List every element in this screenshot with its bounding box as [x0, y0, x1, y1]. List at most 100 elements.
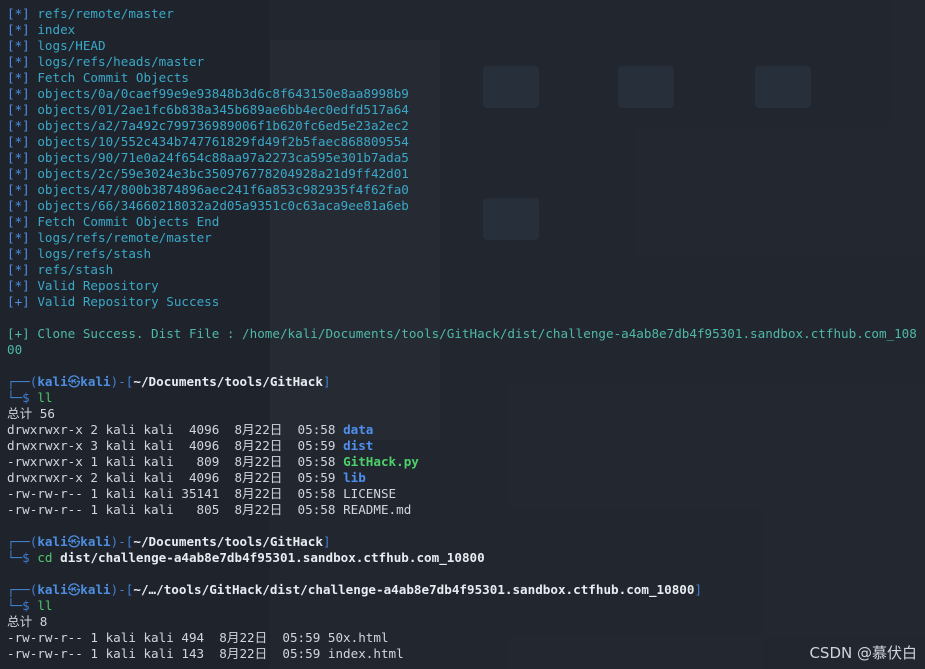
file-meta: -rw-rw-r-- 1 kali kali 35141 8月22日 05:58 — [7, 486, 344, 501]
log-tag: [*] — [7, 86, 30, 101]
listing-row: -rw-rw-r-- 1 kali kali 143 8月22日 05:59 i… — [7, 646, 925, 662]
log-message: logs/HEAD — [37, 38, 106, 53]
listing-total: 总计 56 — [7, 406, 55, 421]
file-name: GitHack.py — [343, 454, 419, 469]
prompt-corner-top: ┌──( — [7, 582, 38, 597]
log-message: index — [37, 22, 76, 37]
log-message: Fetch Commit Objects — [37, 70, 189, 85]
file-name: LICENSE — [343, 486, 397, 501]
prompt-user: kali — [37, 374, 68, 389]
command-name: ll — [37, 598, 53, 613]
log-line: [*] logs/refs/remote/master — [7, 230, 925, 246]
clone-success-line: [+] Clone Success. Dist File : /home/kal… — [7, 326, 917, 357]
log-tag: [*] — [7, 278, 30, 293]
prompt-corner-bottom: └─$ — [7, 390, 38, 405]
log-line: [*] objects/66/34660218032a2d05a9351c0c6… — [7, 198, 925, 214]
file-name: README.md — [343, 502, 412, 517]
file-meta: -rwxrwxr-x 1 kali kali 809 8月22日 05:58 — [7, 454, 344, 469]
log-message: logs/refs/remote/master — [37, 230, 212, 245]
log-line: [*] logs/HEAD — [7, 38, 925, 54]
log-tag: [*] — [7, 22, 30, 37]
log-line: [*] objects/90/71e0a24f654c88aa97a2273ca… — [7, 150, 925, 166]
prompt-dir-open: )-[ — [110, 582, 134, 597]
file-meta: drwxrwxr-x 2 kali kali 4096 8月22日 05:59 — [7, 470, 344, 485]
listing-row: -rwxrwxr-x 1 kali kali 809 8月22日 05:58 G… — [7, 454, 925, 470]
prompt-at-symbol: ㉿ — [67, 582, 81, 597]
log-line: [*] Valid Repository — [7, 278, 925, 294]
log-message: objects/90/71e0a24f654c88aa97a2273ca595e… — [37, 150, 409, 165]
log-message: Fetch Commit Objects End — [37, 214, 220, 229]
prompt-host: kali — [80, 374, 111, 389]
log-tag: [*] — [7, 166, 30, 181]
prompt-corner-bottom: └─$ — [7, 598, 38, 613]
prompt-line: ┌──(kali㉿kali)-[~/…/tools/GitHack/dist/c… — [7, 582, 925, 598]
log-message: Valid Repository — [37, 278, 159, 293]
log-tag: [*] — [7, 118, 30, 133]
log-tag: [*] — [7, 38, 30, 53]
log-line: [*] objects/01/2ae1fc6b838a345b689ae6bb4… — [7, 102, 925, 118]
log-line: [*] logs/refs/stash — [7, 246, 925, 262]
log-message: refs/remote/master — [37, 6, 174, 21]
listing-total: 总计 8 — [7, 614, 48, 629]
file-name: dist — [343, 438, 374, 453]
shell-sessions: ┌──(kali㉿kali)-[~/Documents/tools/GitHac… — [7, 358, 925, 662]
log-line: [*] index — [7, 22, 925, 38]
log-line: [*] objects/a2/7a492c799736989006f1b620f… — [7, 118, 925, 134]
prompt-dir-close: ] — [322, 374, 331, 389]
file-name: data — [343, 422, 374, 437]
log-line: [*] refs/remote/master — [7, 6, 925, 22]
listing-row: -rw-rw-r-- 1 kali kali 494 8月22日 05:59 5… — [7, 630, 925, 646]
listing-row: drwxrwxr-x 2 kali kali 4096 8月22日 05:59 … — [7, 470, 925, 486]
log-line: [*] objects/2c/59e3024e3bc35097677820492… — [7, 166, 925, 182]
command-name: cd — [37, 550, 53, 565]
file-meta: -rw-rw-r-- 1 kali kali 143 8月22日 05:59 — [7, 646, 328, 661]
githack-log: [*] refs/remote/master [*] index [*] logs/… — [7, 6, 925, 310]
log-tag: [*] — [7, 230, 30, 245]
terminal-output: [*] refs/remote/master [*] index [*] logs/… — [7, 6, 925, 669]
log-line: [*] Fetch Commit Objects End — [7, 214, 925, 230]
log-tag: [*] — [7, 182, 30, 197]
listing-row: -rw-rw-r-- 1 kali kali 805 8月22日 05:58 R… — [7, 502, 925, 518]
log-message: Valid Repository Success — [37, 294, 220, 309]
log-tag: [*] — [7, 214, 30, 229]
log-message: refs/stash — [37, 262, 114, 277]
log-tag: [*] — [7, 70, 30, 85]
command-line: └─$ ll — [7, 598, 925, 614]
prompt-corner-bottom: └─$ — [7, 550, 38, 565]
file-meta: drwxrwxr-x 3 kali kali 4096 8月22日 05:59 — [7, 438, 344, 453]
log-message: objects/66/34660218032a2d05a9351c0c63aca… — [37, 198, 409, 213]
prompt-directory: ~/Documents/tools/GitHack — [133, 374, 323, 389]
file-meta: -rw-rw-r-- 1 kali kali 805 8月22日 05:58 — [7, 502, 344, 517]
prompt-dir-close: ] — [322, 534, 331, 549]
log-tag: [*] — [7, 150, 30, 165]
prompt-directory: ~/Documents/tools/GitHack — [133, 534, 323, 549]
prompt-at-symbol: ㉿ — [67, 374, 81, 389]
log-message: objects/a2/7a492c799736989006f1b620fc6ed… — [37, 118, 409, 133]
listing-row: drwxrwxr-x 2 kali kali 4096 8月22日 05:58 … — [7, 422, 925, 438]
command-line: └─$ cd dist/challenge-a4ab8e7db4f95301.s… — [7, 550, 925, 566]
prompt-directory: ~/…/tools/GitHack/dist/challenge-a4ab8e7… — [133, 582, 695, 597]
log-tag: [+] — [7, 294, 30, 309]
listing-row: drwxrwxr-x 3 kali kali 4096 8月22日 05:59 … — [7, 438, 925, 454]
command-name: ll — [37, 390, 53, 405]
prompt-host: kali — [80, 534, 111, 549]
log-line: [*] logs/refs/heads/master — [7, 54, 925, 70]
log-line: [+] Valid Repository Success — [7, 294, 925, 310]
log-message: objects/10/552c434b747761829fd49f2b5faec… — [37, 134, 409, 149]
watermark-text: CSDN @慕伏白 — [809, 644, 917, 662]
log-line: [*] Fetch Commit Objects — [7, 70, 925, 86]
listing-row: -rw-rw-r-- 1 kali kali 35141 8月22日 05:58… — [7, 486, 925, 502]
file-meta: drwxrwxr-x 2 kali kali 4096 8月22日 05:58 — [7, 422, 344, 437]
file-name: index.html — [327, 646, 404, 661]
log-line: [*] objects/0a/0caef99e9e93848b3d6c8f643… — [7, 86, 925, 102]
file-meta: -rw-rw-r-- 1 kali kali 494 8月22日 05:59 — [7, 630, 328, 645]
log-message: logs/refs/heads/master — [37, 54, 205, 69]
log-message: logs/refs/stash — [37, 246, 152, 261]
log-message: objects/01/2ae1fc6b838a345b689ae6bb4ec0e… — [37, 102, 409, 117]
prompt-dir-open: )-[ — [110, 534, 134, 549]
prompt-dir-close: ] — [694, 582, 703, 597]
file-name: 50x.html — [327, 630, 389, 645]
